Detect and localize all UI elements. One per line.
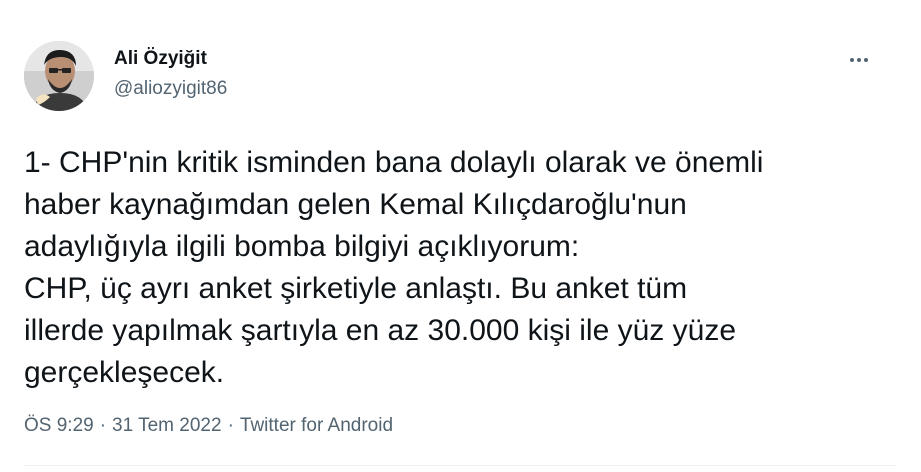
- tweet-time[interactable]: ÖS 9:29: [24, 415, 94, 436]
- avatar-image: [24, 41, 94, 111]
- tweet-card: Ali Özyiğit @aliozyigit86 1- CHP'nin kri…: [0, 0, 921, 472]
- author-name[interactable]: Ali Özyiğit: [114, 48, 207, 70]
- more-horizontal-icon-dot: [857, 58, 861, 62]
- meta-separator: ·: [227, 415, 234, 436]
- tweet-meta: ÖS 9:29 · 31 Tem 2022 · Twitter for Android: [24, 415, 393, 437]
- more-horizontal-icon-dot: [864, 58, 868, 62]
- tweet-text-line: gerçekleşecek.: [24, 356, 225, 389]
- tweet-text-line: adaylığıyla ilgili bomba bilgiyi açıklıy…: [24, 230, 580, 263]
- tweet-text-line: haber kaynağımdan gelen Kemal Kılıçdaroğ…: [24, 188, 687, 221]
- divider: [24, 465, 896, 466]
- author-handle[interactable]: @aliozyigit86: [114, 78, 227, 100]
- more-options-button[interactable]: [842, 48, 876, 72]
- tweet-text-line: 1- CHP'nin kritik isminden bana dolaylı …: [24, 146, 764, 179]
- more-horizontal-icon: [850, 58, 854, 62]
- meta-separator: ·: [99, 415, 107, 436]
- avatar[interactable]: [24, 41, 94, 111]
- tweet-text-line: illerde yapılmak şartıyla en az 30.000 k…: [24, 314, 737, 347]
- tweet-date[interactable]: 31 Tem 2022: [112, 415, 222, 436]
- tweet-source-link[interactable]: Twitter for Android: [240, 415, 393, 436]
- tweet-text: 1- CHP'nin kritik isminden bana dolaylı …: [24, 142, 894, 394]
- tweet-text-line: CHP, üç ayrı anket şirketiyle anlaştı. B…: [24, 272, 688, 305]
